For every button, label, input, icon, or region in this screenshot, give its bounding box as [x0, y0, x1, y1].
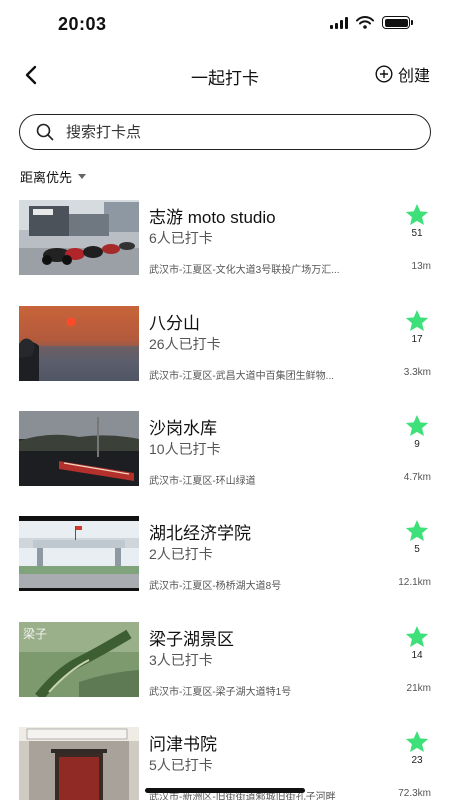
place-distance: 13m — [411, 261, 431, 272]
star-icon[interactable] — [404, 413, 430, 439]
nav-bar: 一起打卡 创建 — [0, 50, 450, 100]
wifi-icon — [356, 16, 374, 29]
star-icon[interactable] — [404, 518, 430, 544]
list-item[interactable]: 志游 moto studio 6人已打卡 51 武汉市-江夏区-文化大道3号联投… — [0, 200, 450, 276]
place-address: 武汉市-江夏区-武昌大道中百集团生鲜物... — [149, 371, 334, 382]
checkin-count: 26人已打卡 — [149, 336, 221, 352]
search-bar[interactable] — [19, 114, 431, 150]
place-distance: 21km — [406, 683, 431, 694]
place-thumbnail — [19, 200, 139, 275]
place-address: 武汉市-江夏区-环山绿道 — [149, 476, 256, 487]
place-name: 志游 moto studio — [149, 208, 276, 227]
place-distance: 3.3km — [403, 367, 431, 378]
star-icon[interactable] — [404, 308, 430, 334]
status-icons — [330, 16, 413, 29]
list-item[interactable]: 沙岗水库 10人已打卡 9 武汉市-江夏区-环山绿道 4.7km — [0, 411, 450, 487]
sort-dropdown[interactable]: 距离优先 — [20, 167, 87, 186]
create-label: 创建 — [397, 68, 430, 85]
place-address: 武汉市-江夏区-梁子湖大道特1号 — [149, 687, 292, 698]
star-count: 9 — [414, 439, 420, 450]
list-item[interactable]: 梁子 梁子湖景区 3人已打卡 14 武汉市-江夏区-梁子湖大道特1号 21km — [0, 622, 450, 698]
star-icon[interactable] — [404, 729, 430, 755]
star-count: 5 — [414, 544, 420, 555]
place-thumbnail: 梁子 — [19, 622, 139, 697]
caret-down-icon — [78, 174, 87, 179]
place-name: 问津书院 — [149, 735, 217, 754]
place-thumbnail — [19, 516, 139, 591]
status-time: 20:03 — [58, 14, 107, 34]
star-count: 51 — [411, 228, 423, 239]
checkin-count: 10人已打卡 — [149, 441, 221, 457]
cellular-signal-icon — [330, 16, 348, 29]
checkin-count: 3人已打卡 — [149, 652, 213, 668]
search-icon — [36, 123, 54, 141]
place-name: 八分山 — [149, 314, 200, 333]
place-distance: 4.7km — [403, 472, 431, 483]
status-bar: 20:03 — [0, 0, 450, 50]
star-icon[interactable] — [404, 202, 430, 228]
sort-label: 距离优先 — [20, 170, 73, 185]
place-thumbnail — [19, 306, 139, 381]
checkin-count: 5人已打卡 — [149, 757, 213, 773]
checkin-count: 6人已打卡 — [149, 230, 213, 246]
checkin-count: 2人已打卡 — [149, 546, 213, 562]
place-distance: 72.3km — [398, 788, 431, 799]
add-circle-icon — [375, 65, 393, 83]
place-thumbnail — [19, 411, 139, 486]
create-button[interactable]: 创建 — [375, 62, 430, 86]
place-address: 武汉市-江夏区-杨桥湖大道8号 — [149, 581, 282, 592]
place-address: 武汉市-江夏区-文化大道3号联投广场万汇... — [149, 265, 340, 276]
place-name: 沙岗水库 — [149, 419, 217, 438]
star-count: 14 — [411, 650, 423, 661]
place-name: 湖北经济学院 — [149, 524, 251, 543]
place-name: 梁子湖景区 — [149, 630, 234, 649]
svg-text:梁子: 梁子 — [23, 626, 47, 641]
star-count: 23 — [411, 755, 423, 766]
place-thumbnail — [19, 727, 139, 800]
battery-icon — [382, 16, 413, 29]
list-item[interactable]: 八分山 26人已打卡 17 武汉市-江夏区-武昌大道中百集团生鲜物... 3.3… — [0, 306, 450, 382]
star-count: 17 — [411, 334, 423, 345]
list-item[interactable]: 湖北经济学院 2人已打卡 5 武汉市-江夏区-杨桥湖大道8号 12.1km — [0, 516, 450, 592]
home-indicator — [145, 788, 305, 793]
star-icon[interactable] — [404, 624, 430, 650]
search-input[interactable] — [66, 123, 386, 141]
place-distance: 12.1km — [398, 577, 431, 588]
